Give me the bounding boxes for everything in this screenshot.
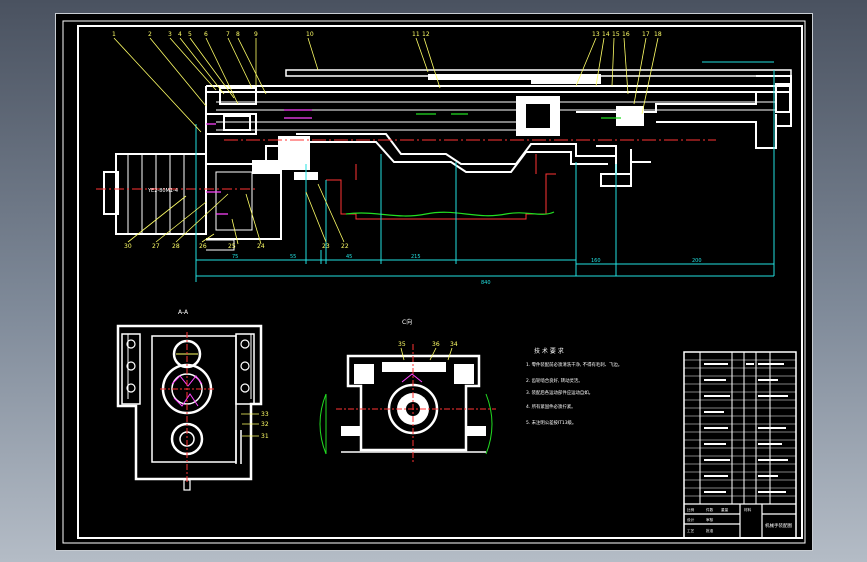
tech-note: 2. 齿轮啮合良好, 转动灵活。 [526,377,583,384]
cad-canvas: 1 2 3 4 5 6 7 8 9 10 11 12 13 14 15 16 1… [62,20,806,544]
callout: 22 [341,243,349,250]
title-row: 批准 [706,528,714,533]
callout: 33 [261,411,269,418]
callouts-top: 1 2 3 4 5 6 7 8 9 10 11 12 13 14 15 16 1… [112,31,662,38]
title-row: 设计 [687,517,695,522]
dim-text: 160 [591,258,601,264]
callout: 27 [152,243,160,250]
spring-line [345,211,555,217]
title-block-rows: 比例 件数 重量 材料 设计 审核 工艺 批准 [687,507,752,533]
tech-notes-title: 技 术 要 求 [534,347,564,355]
title-row: 件数 [706,507,714,512]
callout: 11 [412,31,420,38]
callout: 10 [306,31,314,38]
callout: 24 [257,243,265,250]
callout: 35 [398,341,406,348]
callout: 12 [422,31,430,38]
callout: 13 [592,31,600,38]
callout: 31 [261,433,269,440]
dim-text: 215 [411,254,421,260]
callout: 16 [622,31,630,38]
callout: 3 [168,31,172,38]
callout: 17 [642,31,650,38]
callout: 28 [172,243,180,250]
tech-note: 4. 所有紧固件必须拧紧。 [526,403,576,410]
title-block-title: 机械手装配图 [765,522,792,529]
callout: 36 [432,341,440,348]
callout: 6 [204,31,208,38]
dim-text: 75 [232,254,238,260]
technical-requirements: 技 术 要 求 1. 零件装配前必须清洗干净, 不得有毛刺、飞边。 2. 齿轮啮… [526,347,622,426]
callout: 9 [254,31,258,38]
section-a-a-marks [160,332,216,484]
dim-text: 45 [346,254,352,260]
title-row: 审核 [706,517,714,522]
callout: 7 [226,31,230,38]
callout: 34 [450,341,458,348]
motor-label: YE2-80M1-4 [147,188,178,194]
callout: 1 [112,31,116,38]
drawing-sheet: 1 2 3 4 5 6 7 8 9 10 11 12 13 14 15 16 1… [55,13,813,551]
callout: 25 [228,243,236,250]
callout: 26 [199,243,207,250]
callout: 14 [602,31,610,38]
dim-text: 200 [692,258,702,264]
title-row: 工艺 [687,528,695,533]
title-row: 重量 [721,507,729,512]
callout: 18 [654,31,662,38]
section-c-title: C向 [402,318,412,326]
callout: 8 [236,31,240,38]
callout: 32 [261,421,269,428]
section-a-a-view: A-A [116,309,263,491]
dim-text: 55 [290,254,296,260]
title-row: 材料 [744,507,752,512]
callouts-bottom: 30 27 28 26 25 24 23 22 [124,243,349,250]
callouts-aa: 33 32 31 [241,411,269,440]
title-row: 比例 [687,507,695,512]
callout: 5 [188,31,192,38]
centerlines [96,139,716,220]
callout: 23 [322,243,330,250]
parts-list-fill [704,363,788,493]
callout: 4 [178,31,182,38]
callout: 30 [124,243,132,250]
outer-frame [62,20,806,544]
dimension-texts: 75 55 45 215 160 200 840 [232,254,702,286]
dim-text: 840 [481,280,491,286]
tech-note: 1. 零件装配前必须清洗干净, 不得有毛刺、飞边。 [526,361,622,368]
tech-note: 5. 未注明公差按IT13级。 [526,419,576,426]
callout: 15 [612,31,620,38]
tech-note: 3. 装配后各运动部件应运动自如。 [526,389,593,396]
section-a-title: A-A [178,309,189,316]
main-view [103,69,792,251]
callout: 2 [148,31,152,38]
